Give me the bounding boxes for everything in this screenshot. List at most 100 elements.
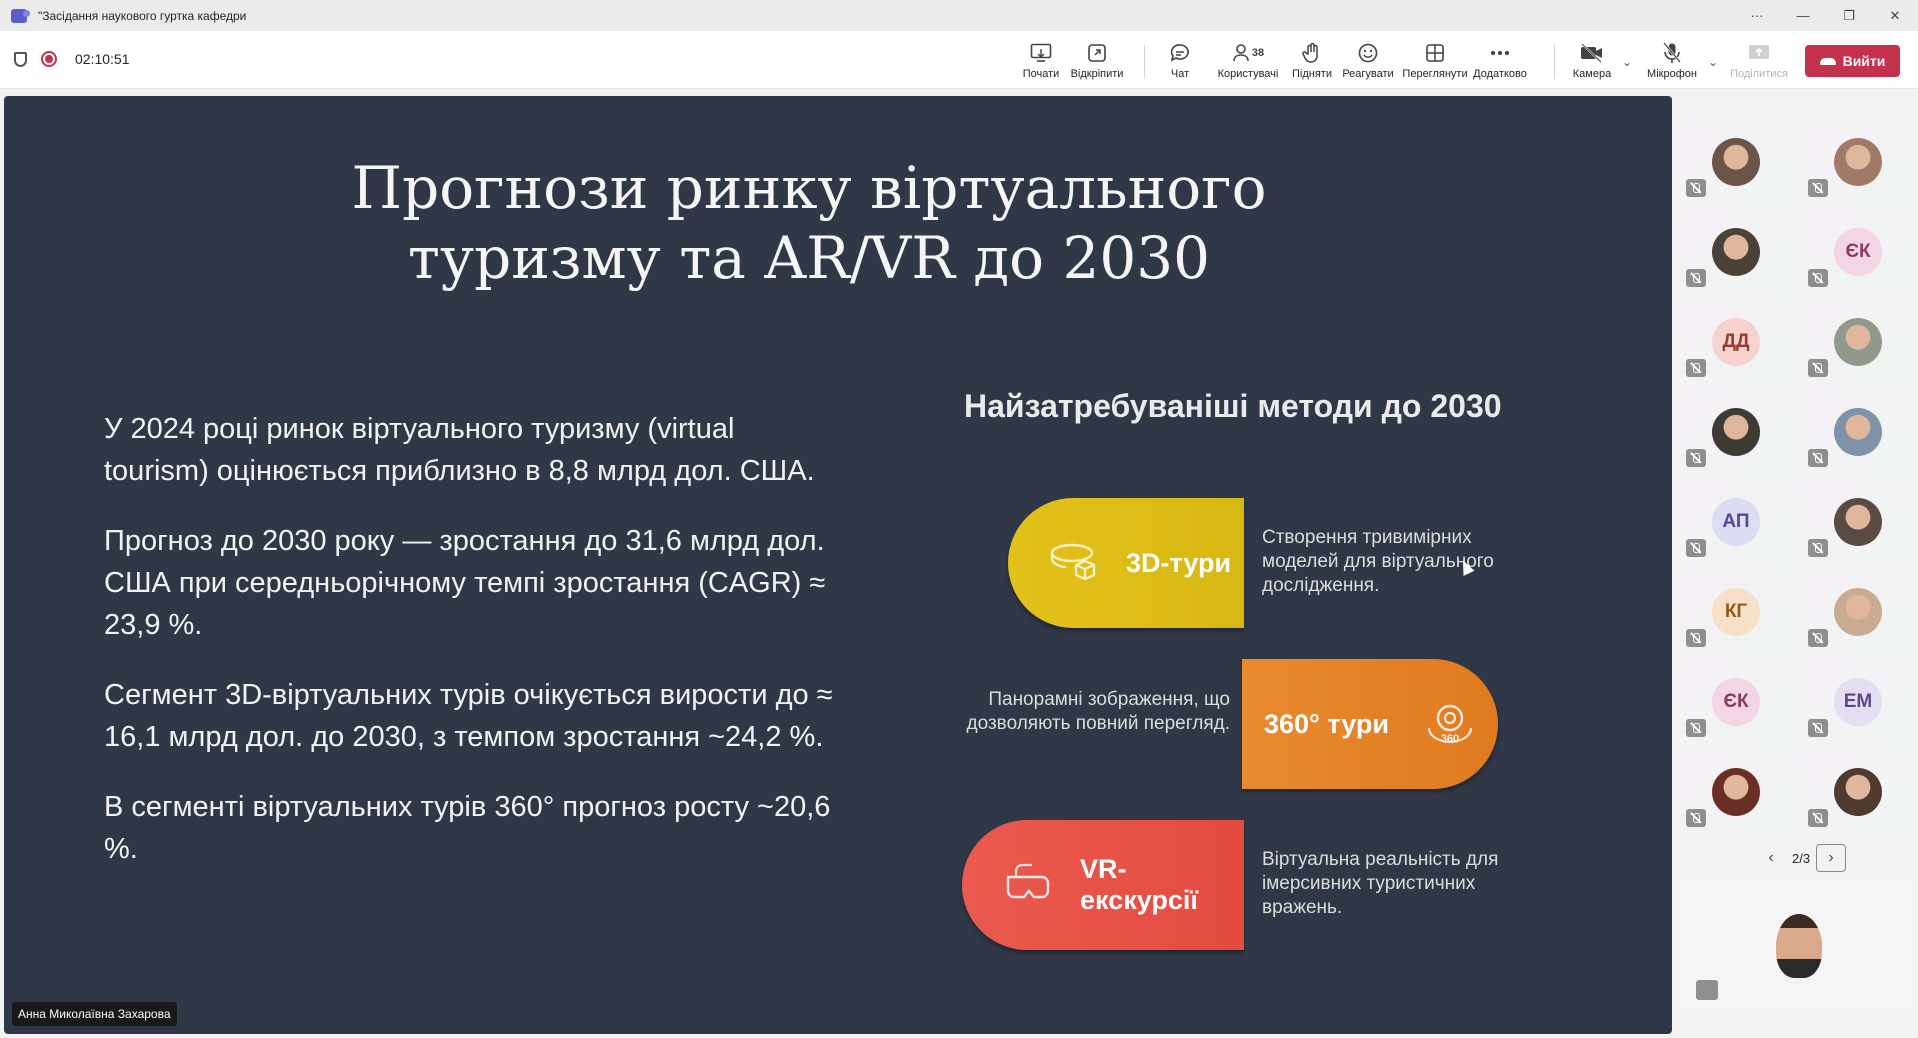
participant-tile[interactable]: [1800, 480, 1916, 565]
more-icon: [1490, 41, 1510, 65]
camera-button[interactable]: Камера: [1568, 41, 1616, 85]
mic-muted-icon: [1808, 629, 1828, 647]
react-button[interactable]: Реагувати: [1340, 41, 1396, 85]
participant-tile[interactable]: ДД: [1678, 300, 1794, 385]
slide-title-line-2: туризму та AR/VR до 2030: [407, 224, 1211, 292]
mic-muted-icon: [1808, 809, 1828, 827]
share-icon: [1748, 41, 1770, 65]
slide-title: Прогнози ринку віртуального туризму та A…: [4, 153, 1614, 293]
participant-photo-avatar: [1834, 768, 1882, 816]
method-label: 3D-тури: [1126, 547, 1232, 578]
participant-initials-avatar: АП: [1712, 498, 1760, 546]
mic-muted-icon: [1686, 359, 1706, 377]
method-360-tours: 360° тури 360: [1242, 659, 1498, 789]
raise-hand-button[interactable]: Підняти: [1288, 41, 1336, 85]
shield-icon: [14, 51, 27, 67]
slide-bullet: Прогноз до 2030 року — зростання до 31,6…: [104, 525, 826, 641]
mic-muted-icon: [1808, 179, 1828, 197]
mic-muted-icon: [1808, 359, 1828, 377]
participant-tile[interactable]: ЕМ: [1800, 660, 1916, 745]
participant-initials-avatar: ЕМ: [1834, 678, 1882, 726]
self-video-tile[interactable]: [1680, 880, 1914, 1010]
participant-tile[interactable]: [1678, 120, 1794, 205]
chat-button[interactable]: Чат: [1160, 41, 1200, 85]
participant-tile[interactable]: [1800, 570, 1916, 655]
view-label: Переглянути: [1402, 68, 1468, 80]
previous-page-chevron-icon[interactable]: ‹: [1756, 844, 1786, 872]
participant-photo-avatar: [1712, 408, 1760, 456]
method-label: 360° тури: [1264, 708, 1389, 739]
mic-muted-icon: [1686, 809, 1706, 827]
mic-muted-icon: [1686, 629, 1706, 647]
window-restore-button[interactable]: ❐: [1826, 0, 1872, 31]
gallery-pager: ‹ 2/3 ›: [1756, 844, 1847, 872]
participant-photo-avatar: [1834, 318, 1882, 366]
window-more-button[interactable]: ···: [1734, 0, 1780, 31]
participant-tile[interactable]: [1678, 750, 1794, 835]
next-page-chevron-icon[interactable]: ›: [1816, 844, 1847, 872]
more-button[interactable]: Додатково: [1470, 41, 1530, 85]
participant-initials-avatar: ЄК: [1834, 228, 1882, 276]
grid-view-icon: [1425, 41, 1445, 65]
participant-photo-avatar: [1834, 138, 1882, 186]
pop-out-icon: [1087, 41, 1107, 65]
react-label: Реагувати: [1342, 68, 1394, 80]
camera-360-icon: 360: [1423, 702, 1477, 746]
participant-tile[interactable]: КГ: [1678, 570, 1794, 655]
participant-tile[interactable]: [1678, 210, 1794, 295]
method-label: VR-екскурсії: [1080, 854, 1198, 915]
mic-muted-icon: [1808, 269, 1828, 287]
method-3d-tours: 3D-тури: [1008, 498, 1244, 628]
participant-tile[interactable]: [1800, 300, 1916, 385]
participant-tile[interactable]: [1800, 120, 1916, 205]
method-description: Віртуальна реальність для імерсивних тур…: [1262, 849, 1499, 918]
participant-tile[interactable]: [1800, 750, 1916, 835]
camera-options-chevron-icon[interactable]: ⌄: [1622, 55, 1632, 69]
raise-hand-icon: [1302, 41, 1322, 65]
view-button[interactable]: Переглянути: [1400, 41, 1470, 85]
people-count: 38: [1251, 46, 1265, 59]
mic-muted-icon: [1808, 719, 1828, 737]
self-avatar: [1776, 914, 1822, 978]
mic-options-chevron-icon[interactable]: ⌄: [1708, 55, 1718, 69]
mic-muted-icon: [1686, 539, 1706, 557]
participant-photo-avatar: [1712, 768, 1760, 816]
method-description: Створення тривимірних моделей для віртуа…: [1262, 527, 1494, 596]
participant-photo-avatar: [1834, 408, 1882, 456]
people-button[interactable]: 38 Користувачі: [1212, 41, 1284, 85]
method-vr-excursions: VR-екскурсії: [962, 820, 1244, 950]
toolbar-divider: [1554, 45, 1555, 79]
mic-muted-icon: [1696, 980, 1718, 1000]
window-close-button[interactable]: ✕: [1872, 0, 1918, 31]
leave-button[interactable]: Вийти: [1805, 45, 1900, 77]
slide-title-line-1: Прогнози ринку віртуального: [351, 154, 1267, 222]
popout-button[interactable]: Відкріпити: [1066, 41, 1128, 85]
participant-tile[interactable]: ЄК: [1678, 660, 1794, 745]
participant-tile[interactable]: АП: [1678, 480, 1794, 565]
box-3d-icon: [1048, 541, 1102, 585]
share-button[interactable]: Поділитися: [1726, 41, 1792, 85]
svg-text:360: 360: [1441, 733, 1459, 745]
chat-icon: [1169, 41, 1191, 65]
people-icon: 38: [1232, 41, 1264, 65]
slide-bullet: У 2024 році ринок віртуального туризму (…: [104, 413, 815, 487]
participant-tile[interactable]: ЄК: [1800, 210, 1916, 295]
slide-bullet: Сегмент 3D-віртуальних турів очікується …: [104, 679, 833, 753]
start-label: Почати: [1022, 68, 1060, 80]
mic-label: Мікрофон: [1647, 68, 1697, 80]
start-button[interactable]: Почати: [1016, 41, 1066, 85]
more-label: Додатково: [1473, 68, 1527, 80]
participant-tile[interactable]: [1678, 390, 1794, 475]
window-titlebar: "Засідання наукового гуртка кафедри ··· …: [0, 0, 1918, 31]
meeting-toolbar: 02:10:51 Почати Відкріпити Чат 38 Корист…: [0, 31, 1918, 89]
participant-tile[interactable]: [1800, 390, 1916, 475]
mic-muted-icon: [1808, 449, 1828, 467]
camera-off-icon: [1580, 41, 1604, 65]
recording-icon: [41, 51, 57, 67]
raise-hand-label: Підняти: [1292, 68, 1332, 80]
page-indicator: 2/3: [1792, 850, 1811, 866]
methods-heading: Найзатребуваніші методи до 2030: [964, 388, 1502, 424]
slide-bullets: У 2024 році ринок віртуального туризму (…: [104, 408, 834, 898]
mic-button[interactable]: Мікрофон: [1640, 41, 1704, 85]
window-minimize-button[interactable]: —: [1780, 0, 1826, 31]
